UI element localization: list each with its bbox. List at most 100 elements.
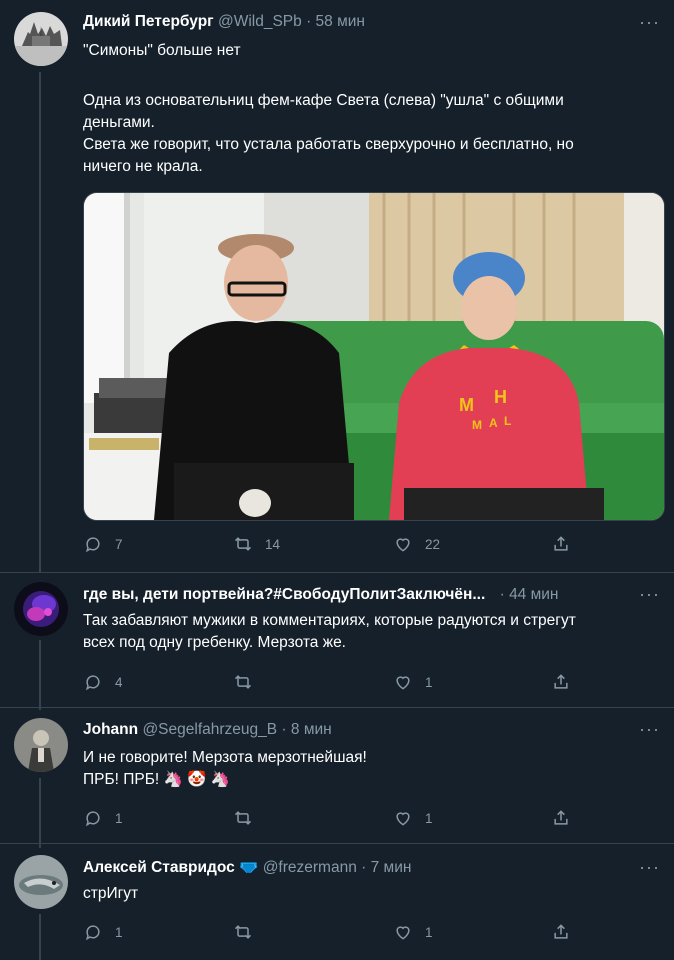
tweet-text: Так забавляют мужики в комментариях, кот… <box>83 610 658 654</box>
user-handle[interactable]: @frezermann <box>263 859 357 876</box>
separator-dot: · <box>306 13 312 30</box>
tweet-actions: 7 14 22 <box>83 534 663 556</box>
text-line: Одна из основательниц фем-кафе Света (сл… <box>83 92 564 109</box>
reply-icon <box>85 537 100 553</box>
share-icon <box>554 924 568 939</box>
text-line: Так забавляют мужики в комментариях, кот… <box>83 612 576 629</box>
retweet-count: 14 <box>265 536 281 552</box>
retweet-icon <box>234 675 252 689</box>
tweet-text: стрИгут <box>83 883 658 905</box>
timestamp[interactable]: 44 мин <box>509 586 558 603</box>
like-count: 1 <box>425 924 433 940</box>
sweater-print: L <box>504 414 511 428</box>
more-options-icon[interactable]: ··· <box>639 857 660 878</box>
share-button[interactable] <box>551 922 571 942</box>
sweater-print: Н <box>494 387 507 407</box>
like-button[interactable]: 1 <box>393 808 433 828</box>
text-line: всех под одну гребенку. Мерзота же. <box>83 634 346 651</box>
tweet[interactable]: Johann @Segelfahrzeug_B · 8 мин ··· И не… <box>0 707 674 847</box>
retweet-button[interactable] <box>233 672 265 692</box>
text-line: "Симоны" больше нет <box>83 42 241 59</box>
sweater-print: М <box>459 395 474 415</box>
reply-button[interactable]: 1 <box>83 922 123 942</box>
reply-count: 1 <box>115 810 123 826</box>
tweet[interactable]: где вы, дети портвейна?#СвободуПолитЗакл… <box>0 572 674 712</box>
unicorn-emoji: 🦄 <box>210 771 231 788</box>
reply-button[interactable]: 1 <box>83 808 123 828</box>
share-button[interactable] <box>551 808 571 828</box>
reply-button[interactable]: 4 <box>83 672 123 692</box>
clown-emoji: 🤡 <box>187 771 207 788</box>
heart-icon <box>396 812 410 826</box>
display-name[interactable]: Алексей Ставридос <box>83 859 235 876</box>
user-handle[interactable]: @Segelfahrzeug_B <box>142 721 277 738</box>
text-line: деньгами. <box>83 114 155 131</box>
heart-icon <box>396 538 410 552</box>
reply-button[interactable]: 7 <box>83 534 123 554</box>
heart-icon <box>396 676 410 690</box>
tweet[interactable]: Алексей Ставридос 🩲 @frezermann · 7 мин … <box>0 843 674 960</box>
like-count: 1 <box>425 674 433 690</box>
separator-dot: · <box>361 859 367 876</box>
reply-icon <box>85 925 100 941</box>
retweet-icon <box>234 811 252 825</box>
name-emoji: 🩲 <box>239 859 259 876</box>
more-options-icon[interactable]: ··· <box>639 12 660 33</box>
like-button[interactable]: 1 <box>393 922 433 942</box>
reply-count: 1 <box>115 924 123 940</box>
sweater-print: М <box>472 418 482 432</box>
separator-dot: · <box>281 721 287 738</box>
text-line <box>83 62 658 84</box>
text-line: стрИгут <box>83 885 139 902</box>
text-line: ничего не крала. <box>83 158 203 175</box>
timestamp[interactable]: 8 мин <box>291 721 332 738</box>
reply-count: 7 <box>115 536 123 552</box>
tweet-text: И не говорите! Мерзота мерзотнейшая! ПРБ… <box>83 747 658 791</box>
like-button[interactable]: 1 <box>393 672 433 692</box>
tweet-photo[interactable]: М Н М А L <box>83 192 665 521</box>
display-name[interactable]: Дикий Петербург <box>83 13 214 30</box>
share-button[interactable] <box>551 534 571 554</box>
like-button[interactable]: 22 <box>393 534 440 554</box>
user-handle[interactable]: @Wild_SPb <box>218 13 302 30</box>
tweet-actions: 1 1 <box>83 922 663 944</box>
timestamp[interactable]: 58 мин <box>316 13 365 30</box>
reply-count: 4 <box>115 674 123 690</box>
avatar[interactable] <box>14 582 68 636</box>
retweet-button[interactable] <box>233 808 265 828</box>
share-icon <box>554 810 568 825</box>
avatar[interactable] <box>14 12 68 66</box>
separator-dot: · <box>499 586 505 603</box>
share-icon <box>554 536 568 551</box>
retweet-button[interactable] <box>233 922 265 942</box>
retweet-icon <box>234 537 252 551</box>
text-fragment: ПРБ! ПРБ! <box>83 771 160 788</box>
more-options-icon[interactable]: ··· <box>639 584 660 605</box>
heart-icon <box>396 926 410 940</box>
tweet-actions: 1 1 <box>83 808 663 830</box>
share-icon <box>554 674 568 689</box>
reply-icon <box>85 675 100 691</box>
share-button[interactable] <box>551 672 571 692</box>
reply-icon <box>85 811 100 827</box>
retweet-icon <box>234 925 252 939</box>
tweet-header: где вы, дети портвейна?#СвободуПолитЗакл… <box>83 586 558 604</box>
like-count: 1 <box>425 810 433 826</box>
more-options-icon[interactable]: ··· <box>639 719 660 740</box>
tweet[interactable]: Дикий Петербург @Wild_SPb · 58 мин ··· "… <box>0 0 674 572</box>
avatar[interactable] <box>14 855 68 909</box>
sweater-print: А <box>489 416 498 430</box>
tweet-actions: 4 1 <box>83 672 663 694</box>
text-line: Света же говорит, что устала работать св… <box>83 136 574 153</box>
tweet-text: "Симоны" больше нет Одна из основательни… <box>83 40 658 178</box>
display-name[interactable]: где вы, дети портвейна?#СвободуПолитЗакл… <box>83 586 485 603</box>
unicorn-emoji: 🦄 <box>163 771 183 788</box>
tweet-header: Дикий Петербург @Wild_SPb · 58 мин <box>83 13 365 31</box>
timestamp[interactable]: 7 мин <box>371 859 412 876</box>
retweet-button[interactable]: 14 <box>233 534 280 554</box>
avatar[interactable] <box>14 718 68 772</box>
text-line: И не говорите! Мерзота мерзотнейшая! <box>83 749 367 766</box>
like-count: 22 <box>425 536 441 552</box>
display-name[interactable]: Johann <box>83 721 138 738</box>
tweet-header: Johann @Segelfahrzeug_B · 8 мин <box>83 721 332 739</box>
